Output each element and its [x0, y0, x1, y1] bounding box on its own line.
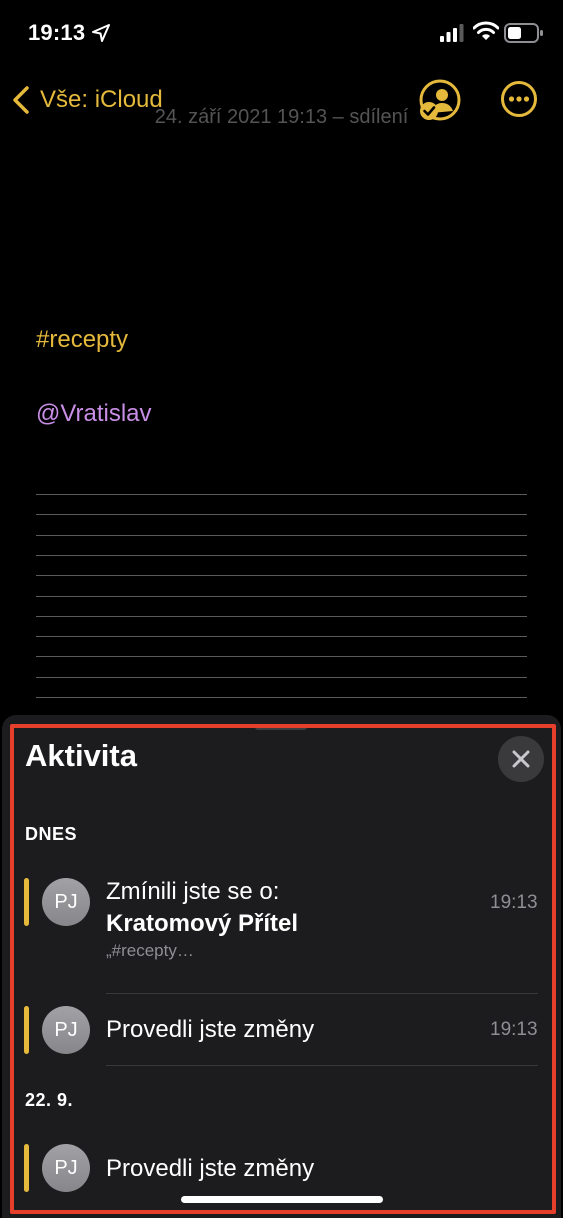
- paper-rule-line: [36, 534, 527, 536]
- back-button-label: Vše: iCloud: [40, 86, 163, 113]
- chevron-left-icon: [13, 86, 29, 114]
- battery-icon: [504, 23, 543, 43]
- paper-rule-line: [36, 595, 527, 597]
- wifi-icon: [473, 21, 499, 40]
- paper-rule-line: [36, 494, 527, 495]
- paper-rule-line: [36, 697, 527, 698]
- person-checkmark-icon[interactable]: [418, 78, 462, 122]
- paper-rule-line: [36, 636, 527, 638]
- note-hashtag[interactable]: #recepty: [36, 326, 128, 354]
- paper-rule-line: [36, 554, 527, 556]
- paper-rule-line: [36, 575, 527, 577]
- back-button[interactable]: Vše: iCloud: [10, 80, 163, 120]
- status-time: 19:13: [28, 20, 86, 45]
- paper-rule-line: [36, 514, 527, 516]
- location-arrow-icon: [92, 24, 110, 42]
- home-indicator[interactable]: [181, 1196, 383, 1203]
- paper-rule-line: [36, 615, 527, 617]
- ellipsis-circle-icon[interactable]: [500, 80, 538, 118]
- paper-rule-line: [36, 676, 527, 678]
- signal-icon: [440, 24, 464, 42]
- note-mention[interactable]: @Vratislav: [36, 400, 152, 428]
- paper-rule-line: [36, 656, 527, 658]
- highlight-frame: [10, 724, 556, 1214]
